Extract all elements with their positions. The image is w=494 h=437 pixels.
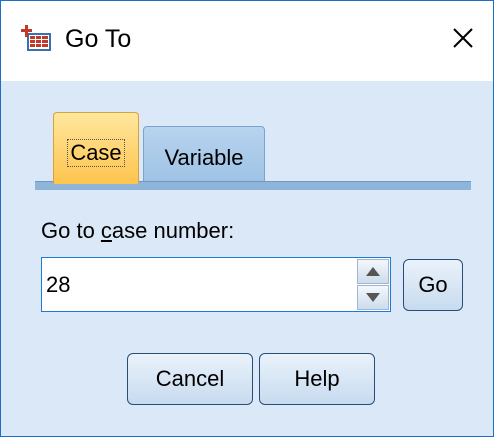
tab-variable[interactable]: Variable [143, 126, 265, 182]
tab-strip: Case Variable [35, 106, 471, 190]
case-number-input[interactable]: 28 [41, 257, 391, 312]
arrow-up-icon [366, 267, 380, 276]
case-number-label: Go to case number: [41, 218, 234, 244]
help-button[interactable]: Help [259, 353, 375, 405]
tab-variable-label: Variable [164, 144, 244, 170]
data-editor-icon [21, 25, 51, 51]
title-bar[interactable]: Go To [1, 1, 493, 81]
tab-case[interactable]: Case [53, 112, 139, 184]
label-prefix: Go to [41, 218, 101, 243]
dialog-body: Case Variable Go to case number: 28 Go C… [1, 81, 493, 436]
tab-case-label: Case [67, 138, 125, 167]
arrow-down-icon [366, 293, 380, 302]
cancel-button[interactable]: Cancel [127, 353, 253, 405]
case-number-value: 28 [46, 271, 71, 297]
label-mnemonic: c [100, 218, 112, 243]
close-button[interactable] [437, 15, 489, 61]
case-number-stepper [357, 259, 389, 310]
stepper-down-button[interactable] [357, 285, 389, 310]
stepper-up-button[interactable] [357, 259, 389, 284]
close-icon [453, 28, 473, 48]
window-title: Go To [65, 25, 132, 53]
go-to-dialog: Go To Case Variable Go to case number: 2… [0, 0, 494, 437]
label-suffix: ase number: [111, 218, 235, 243]
go-button[interactable]: Go [403, 259, 463, 311]
